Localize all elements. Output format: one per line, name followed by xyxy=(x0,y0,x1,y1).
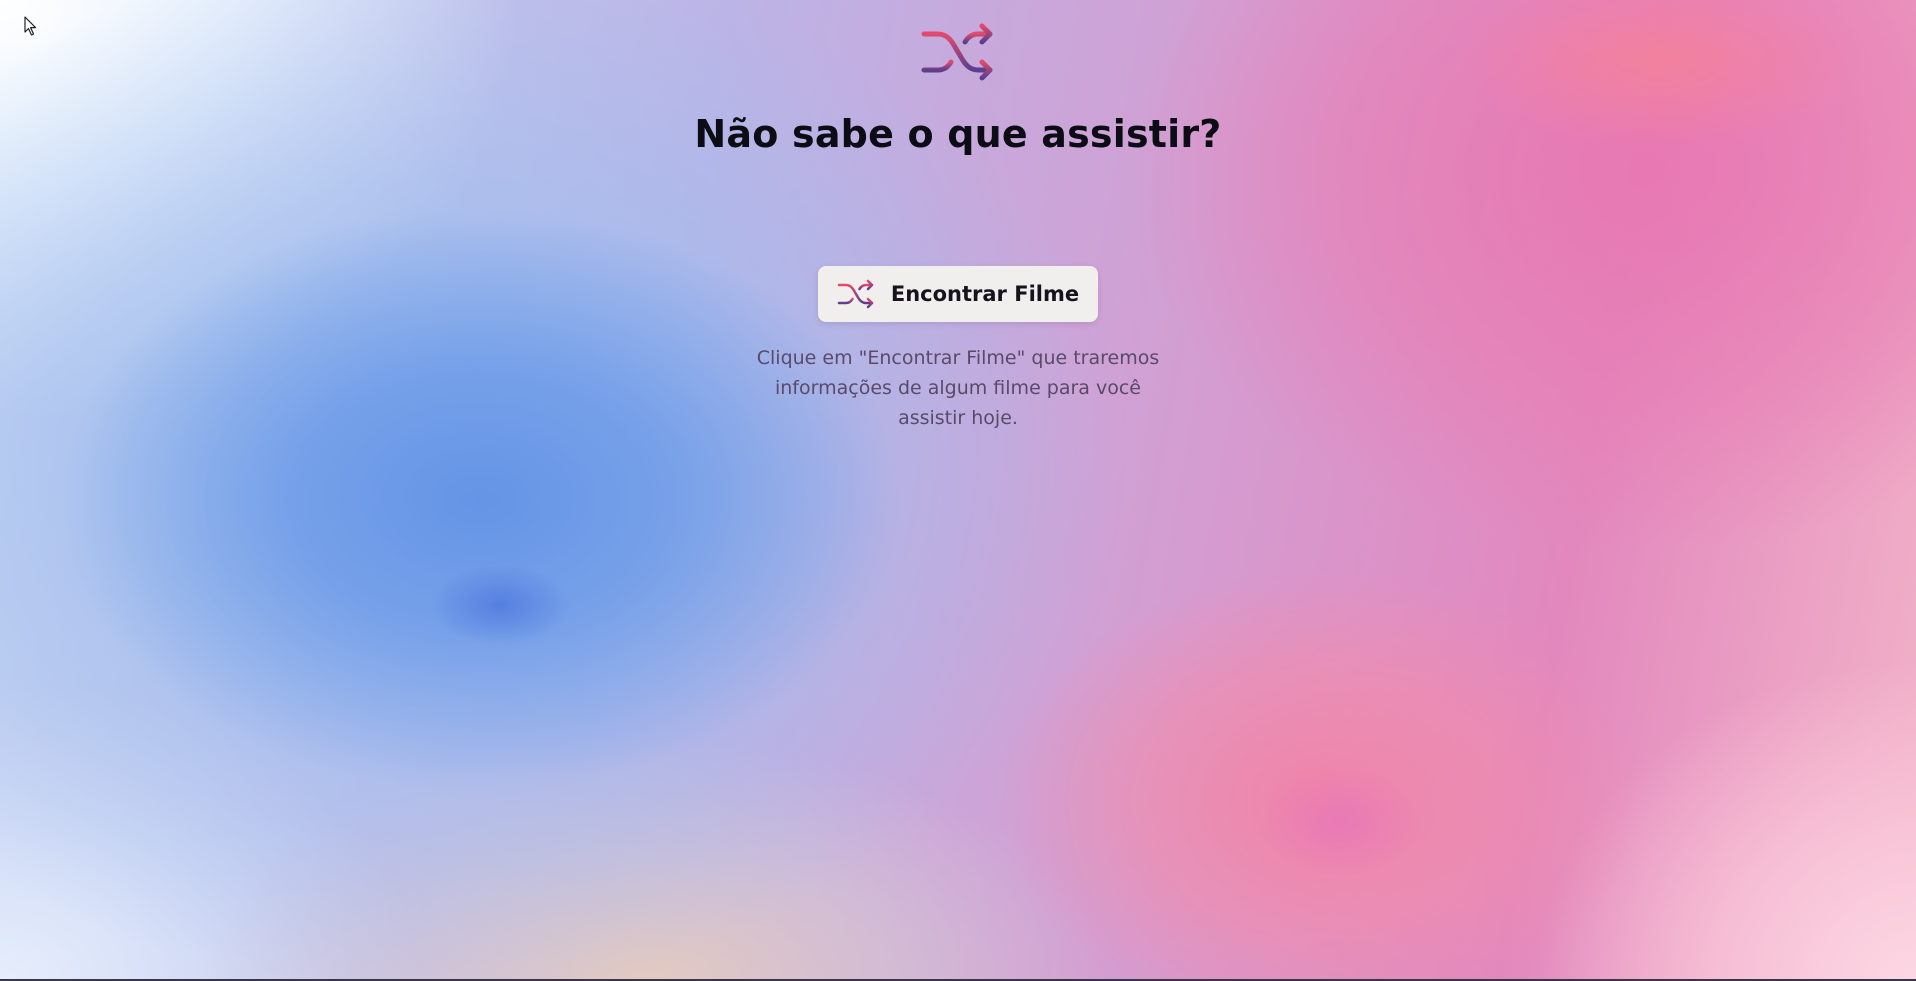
mouse-cursor-icon xyxy=(24,16,37,36)
shuffle-icon xyxy=(837,279,874,309)
shuffle-icon xyxy=(921,23,993,81)
page-title: Não sabe o que assistir? xyxy=(694,112,1222,156)
find-movie-button-label: Encontrar Filme xyxy=(890,282,1080,306)
description-text: Clique em "Encontrar Filme" que traremos… xyxy=(756,347,1160,429)
find-movie-button[interactable]: Encontrar Filme xyxy=(818,266,1098,322)
